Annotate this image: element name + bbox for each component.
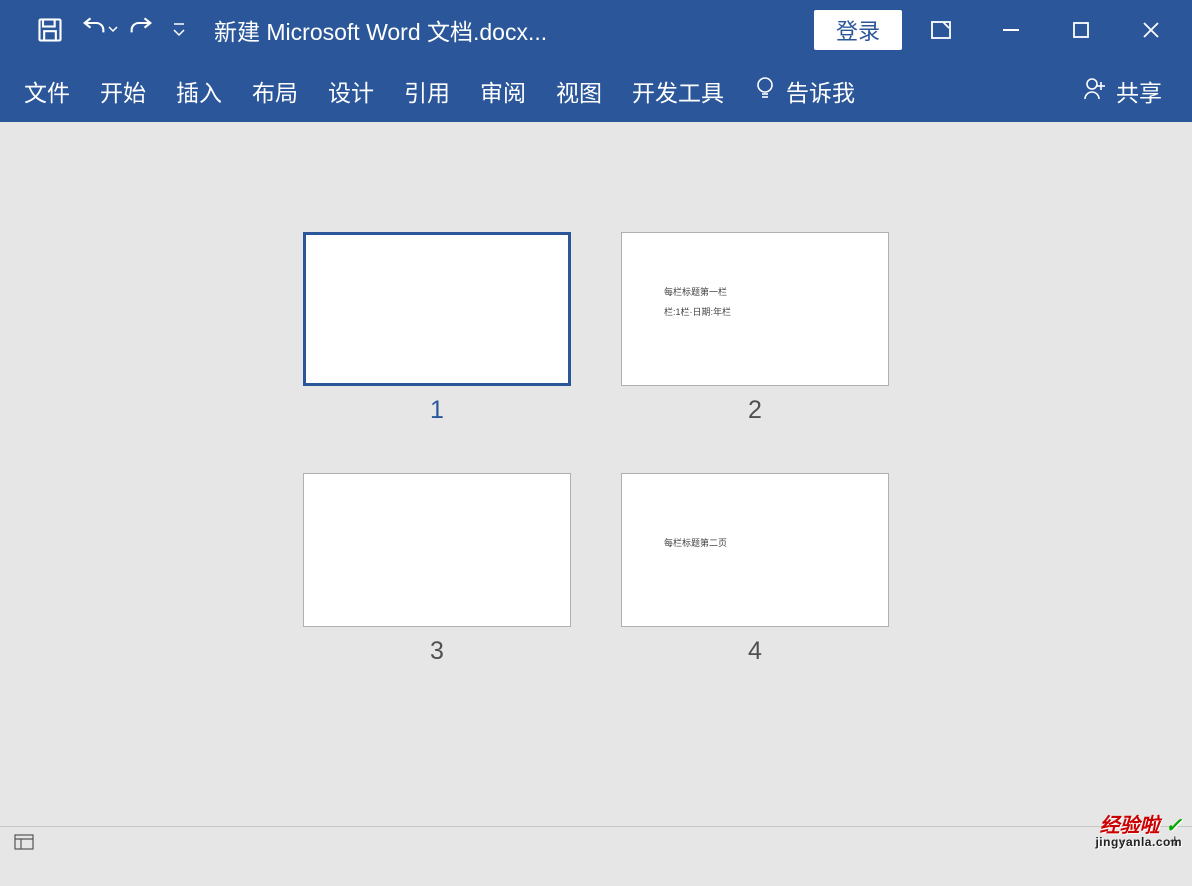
page-thumbnail-cell: 每栏标题第一栏 栏:1栏·日期:年栏 2: [621, 232, 889, 425]
share-label: 共享: [1116, 74, 1162, 108]
page-thumbnail-1[interactable]: [303, 232, 571, 386]
page-number-label: 4: [748, 637, 762, 666]
document-title: 新建 Microsoft Word 文档.docx...: [214, 13, 547, 47]
maximize-button[interactable]: [1050, 0, 1112, 60]
ribbon-display-options-button[interactable]: [910, 0, 972, 60]
close-button[interactable]: [1120, 0, 1182, 60]
tab-design[interactable]: 设计: [328, 74, 374, 108]
share-button[interactable]: 共享: [1082, 74, 1162, 108]
check-icon: ✓: [1165, 815, 1182, 837]
page-number-label: 3: [430, 637, 444, 666]
thumbnail-content-line: 每栏标题第二页: [664, 536, 727, 551]
quick-access-toolbar: [0, 0, 194, 60]
login-button[interactable]: 登录: [814, 10, 902, 50]
watermark-domain: jingyanla.com: [1095, 836, 1182, 848]
title-bar: 新建 Microsoft Word 文档.docx... 登录: [0, 0, 1192, 60]
page-thumbnail-cell: 1: [303, 232, 571, 425]
thumbnail-content-line: 栏:1栏·日期:年栏: [664, 305, 731, 320]
tell-me-button[interactable]: 告诉我: [754, 74, 855, 108]
lightbulb-icon: [754, 75, 776, 107]
page-thumbnail-cell: 每栏标题第二页 4: [621, 473, 889, 666]
tab-developer[interactable]: 开发工具: [632, 74, 724, 108]
tab-insert[interactable]: 插入: [176, 74, 222, 108]
tab-file[interactable]: 文件: [24, 74, 70, 108]
page-thumbnail-grid: 1 每栏标题第一栏 栏:1栏·日期:年栏 2 3 每栏标题第二页 4: [303, 232, 889, 666]
status-view-icon[interactable]: [12, 830, 36, 854]
page-number-label: 2: [748, 396, 762, 425]
tell-me-label: 告诉我: [786, 74, 855, 108]
thumbnail-content-line: 每栏标题第一栏: [664, 285, 727, 300]
tab-home[interactable]: 开始: [100, 74, 146, 108]
tab-references[interactable]: 引用: [404, 74, 450, 108]
watermark: 经验啦 ✓ jingyanla.com: [1095, 816, 1182, 848]
qat-customize-button[interactable]: [164, 21, 194, 39]
watermark-brand: 经验啦 ✓: [1095, 816, 1182, 836]
tab-layout[interactable]: 布局: [252, 74, 298, 108]
titlebar-right: 登录: [814, 0, 1182, 60]
redo-button[interactable]: [118, 0, 164, 60]
undo-dropdown-icon[interactable]: [108, 21, 118, 39]
page-thumbnail-3[interactable]: [303, 473, 571, 627]
page-number-label: 1: [430, 396, 444, 425]
minimize-button[interactable]: [980, 0, 1042, 60]
page-thumbnail-cell: 3: [303, 473, 571, 666]
document-canvas: 1 每栏标题第一栏 栏:1栏·日期:年栏 2 3 每栏标题第二页 4 − +: [0, 122, 1192, 856]
watermark-text: 经验啦: [1100, 815, 1160, 837]
page-thumbnail-2[interactable]: 每栏标题第一栏 栏:1栏·日期:年栏: [621, 232, 889, 386]
ribbon-tabs: 文件 开始 插入 布局 设计 引用 审阅 视图 开发工具 告诉我 共享: [0, 60, 1192, 122]
status-bar: − +: [0, 826, 1192, 856]
tab-review[interactable]: 审阅: [480, 74, 526, 108]
page-thumbnail-4[interactable]: 每栏标题第二页: [621, 473, 889, 627]
tab-view[interactable]: 视图: [556, 74, 602, 108]
save-button[interactable]: [26, 0, 74, 60]
share-icon: [1082, 75, 1108, 107]
